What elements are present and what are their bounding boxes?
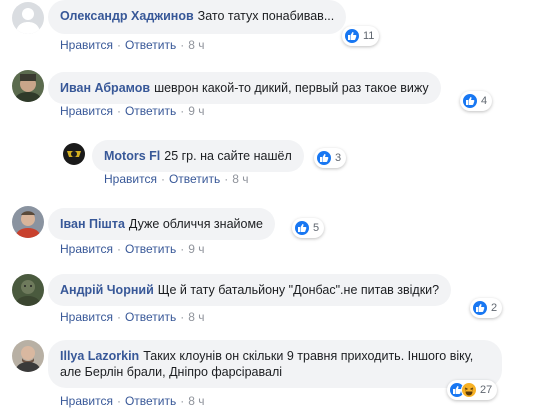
like-link[interactable]: Нравится [104, 172, 157, 186]
like-icon [294, 220, 310, 236]
comment-bubble: Motors Fl 25 гр. на сайте нашёл [92, 140, 304, 172]
separator: · [180, 104, 185, 118]
like-link[interactable]: Нравится [60, 394, 113, 408]
reaction-count[interactable]: 11 [342, 26, 380, 46]
reaction-count[interactable]: 27 [447, 380, 498, 400]
comment-text: 25 гр. на сайте нашёл [164, 149, 292, 163]
comment-bubble: Illya Lazorkin Таких клоунів он скільки 9… [48, 340, 502, 388]
reaction-count[interactable]: 2 [470, 298, 503, 318]
reaction-total: 4 [481, 95, 488, 107]
comment-actions: Нравится · Ответить · 9 ч [60, 104, 205, 118]
comment-text: Зато татух понабивав... [197, 9, 335, 23]
comment-author[interactable]: Illya Lazorkin [60, 349, 139, 363]
comment-author[interactable]: Олександр Хаджинов [60, 9, 194, 23]
comment-text: Ще й тату батальйону "Донбас".не питав з… [157, 283, 440, 297]
reply-link[interactable]: Ответить [125, 310, 176, 324]
like-icon [316, 150, 332, 166]
separator: · [180, 38, 185, 52]
reply-link[interactable]: Ответить [125, 394, 176, 408]
reply-link[interactable]: Ответить [125, 104, 176, 118]
reaction-total: 3 [335, 152, 342, 164]
separator: · [116, 310, 121, 324]
comment-bubble: Иван Абрамов шеврон какой-то дикий, первы… [48, 72, 441, 104]
comment-actions: Нравится · Ответить · 9 ч [60, 242, 205, 256]
timestamp[interactable]: 8 ч [188, 310, 204, 324]
timestamp[interactable]: 9 ч [188, 242, 204, 256]
reaction-count[interactable]: 4 [460, 91, 493, 111]
timestamp[interactable]: 9 ч [188, 104, 204, 118]
avatar[interactable] [62, 142, 86, 166]
haha-icon [461, 382, 477, 398]
separator: · [180, 242, 185, 256]
comment-bubble: Іван Пішта Дуже обличчя знайоме [48, 208, 275, 240]
like-icon [462, 93, 478, 109]
separator: · [180, 310, 185, 324]
timestamp[interactable]: 8 ч [232, 172, 248, 186]
like-link[interactable]: Нравится [60, 242, 113, 256]
comment-bubble: Олександр Хаджинов Зато татух понабивав..… [48, 0, 347, 34]
comment-actions: Нравится · Ответить · 8 ч [104, 172, 249, 186]
comment-author[interactable]: Иван Абрамов [60, 81, 150, 95]
separator: · [116, 104, 121, 118]
avatar[interactable] [12, 70, 44, 102]
avatar[interactable] [12, 274, 44, 306]
comment-actions: Нравится · Ответить · 8 ч [60, 394, 205, 408]
comment-actions: Нравится · Ответить · 8 ч [60, 38, 205, 52]
comment-author[interactable]: Андрій Чорний [60, 283, 154, 297]
like-link[interactable]: Нравится [60, 38, 113, 52]
timestamp[interactable]: 8 ч [188, 394, 204, 408]
avatar[interactable] [12, 340, 44, 372]
separator: · [180, 394, 185, 408]
avatar[interactable] [12, 206, 44, 238]
reply-link[interactable]: Ответить [169, 172, 220, 186]
reaction-total: 5 [313, 222, 320, 234]
avatar[interactable] [12, 2, 44, 34]
separator: · [116, 38, 121, 52]
comment-text: Дуже обличчя знайоме [128, 217, 263, 231]
like-icon [344, 28, 360, 44]
comment-author[interactable]: Motors Fl [104, 149, 160, 163]
comment-author[interactable]: Іван Пішта [60, 217, 125, 231]
separator: · [224, 172, 229, 186]
reaction-total: 11 [363, 30, 375, 42]
reaction-total: 2 [491, 302, 498, 314]
separator: · [116, 394, 121, 408]
separator: · [116, 242, 121, 256]
timestamp[interactable]: 8 ч [188, 38, 204, 52]
reaction-count[interactable]: 5 [292, 218, 325, 238]
reaction-count[interactable]: 3 [314, 148, 347, 168]
like-link[interactable]: Нравится [60, 104, 113, 118]
like-icon [472, 300, 488, 316]
comment-actions: Нравится · Ответить · 8 ч [60, 310, 205, 324]
comment-text: шеврон какой-то дикий, первый раз такое … [154, 81, 429, 95]
like-link[interactable]: Нравится [60, 310, 113, 324]
reply-link[interactable]: Ответить [125, 242, 176, 256]
separator: · [160, 172, 165, 186]
comment-bubble: Андрій Чорний Ще й тату батальйону "Донба… [48, 274, 452, 306]
reaction-total: 27 [480, 384, 493, 396]
reply-link[interactable]: Ответить [125, 38, 176, 52]
